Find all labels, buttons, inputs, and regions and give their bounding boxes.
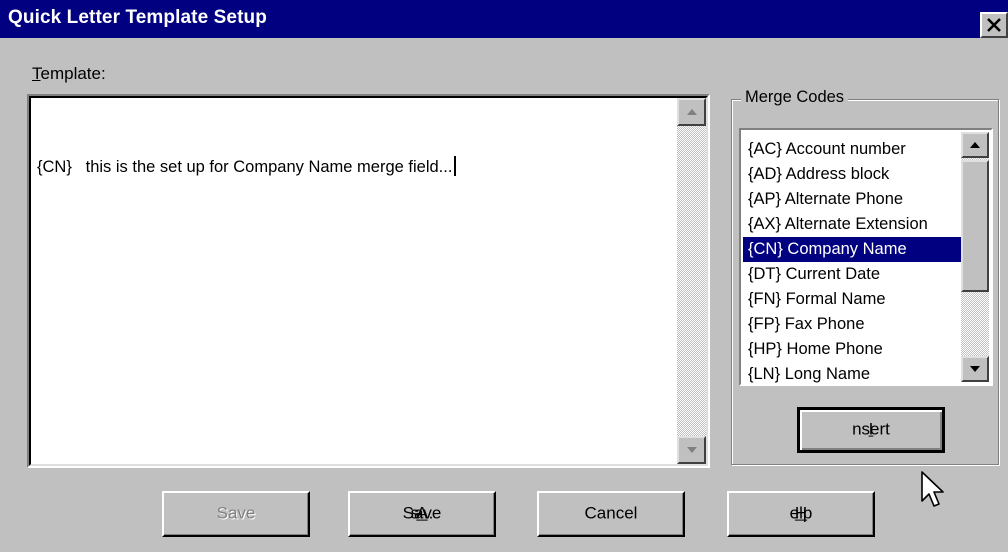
merge-code-item[interactable]: {FP} Fax Phone xyxy=(743,312,965,337)
merge-codes-list[interactable]: {AC} Account number {AD} Address block {AP… xyxy=(739,128,993,386)
template-text-area[interactable]: {CN} this is the set up for Company Name… xyxy=(27,94,710,468)
arrow-down-icon xyxy=(970,366,980,372)
scroll-up-button[interactable] xyxy=(677,98,706,126)
merge-code-item[interactable]: {CN} Company Name xyxy=(743,237,965,262)
merge-codes-items: {AC} Account number {AD} Address block {AP… xyxy=(743,137,965,387)
list-scroll-up-button[interactable] xyxy=(961,132,989,158)
close-button[interactable] xyxy=(980,12,1008,38)
arrow-up-icon xyxy=(687,109,697,115)
merge-code-item[interactable]: {AX} Alternate Extension xyxy=(743,212,965,237)
scroll-down-button[interactable] xyxy=(677,436,706,464)
template-label: Template: xyxy=(32,64,106,83)
window-title: Quick Letter Template Setup xyxy=(8,7,267,28)
merge-code-item[interactable]: {HP} Home Phone xyxy=(743,337,965,362)
title-bar[interactable]: Quick Letter Template Setup xyxy=(0,0,1008,38)
close-icon xyxy=(987,18,1001,32)
merge-code-item[interactable]: {AD} Address block xyxy=(743,162,965,187)
save-button[interactable]: Save xyxy=(162,491,310,537)
template-text[interactable]: {CN} this is the set up for Company Name… xyxy=(37,156,457,177)
merge-code-item[interactable]: {FN} Formal Name xyxy=(743,287,965,312)
mouse-pointer-icon xyxy=(921,471,944,507)
merge-code-item[interactable]: {DT} Current Date xyxy=(743,262,965,287)
cancel-button[interactable]: Cancel xyxy=(537,491,685,537)
merge-codes-scrollbar[interactable] xyxy=(961,132,989,382)
list-scroll-thumb[interactable] xyxy=(961,160,989,292)
merge-code-item[interactable]: {AC} Account number xyxy=(743,137,965,162)
arrow-down-icon xyxy=(687,447,697,453)
merge-code-item[interactable]: {LN} Long Name xyxy=(743,362,965,387)
arrow-up-icon xyxy=(970,142,980,148)
template-scrollbar[interactable] xyxy=(677,98,706,464)
list-scroll-down-button[interactable] xyxy=(961,356,989,382)
help-button[interactable]: Help xyxy=(727,491,875,537)
save-as-button[interactable]: Save As... xyxy=(348,491,496,537)
merge-code-item[interactable]: {AP} Alternate Phone xyxy=(743,187,965,212)
text-caret xyxy=(454,156,457,176)
insert-button[interactable]: Insert xyxy=(797,407,945,453)
quick-letter-template-dialog: Quick Letter Template Setup Template: {C… xyxy=(0,0,1008,552)
merge-codes-legend: Merge Codes xyxy=(741,88,849,107)
